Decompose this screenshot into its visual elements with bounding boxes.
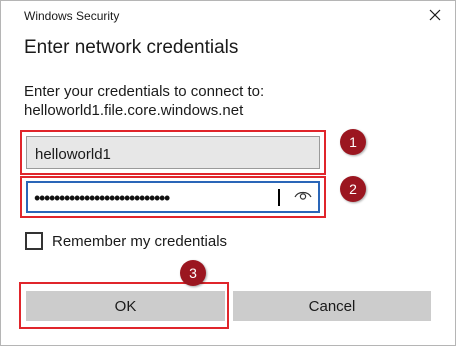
annotation-badge-1: 1: [340, 129, 366, 155]
annotation-badge-3: 3: [180, 260, 206, 286]
ok-button-label: OK: [114, 297, 137, 315]
eye-icon: [294, 188, 312, 206]
annotation-badge-2: 2: [340, 176, 366, 202]
window-title: Windows Security: [24, 9, 120, 23]
close-button[interactable]: [421, 4, 449, 30]
username-value: helloworld1: [35, 146, 111, 163]
reveal-password-button[interactable]: [292, 188, 314, 206]
cancel-button-label: Cancel: [308, 297, 356, 315]
dialog-heading: Enter network credentials: [24, 37, 239, 58]
prompt-line-1: Enter your credentials to connect to:: [24, 83, 265, 100]
remember-credentials-checkbox[interactable]: [25, 232, 43, 250]
remember-credentials-row[interactable]: Remember my credentials: [25, 232, 227, 250]
remember-credentials-label: Remember my credentials: [52, 232, 228, 250]
password-masked-value: •••••••••••••••••••••••••••: [34, 188, 170, 208]
cancel-button[interactable]: Cancel: [233, 291, 431, 321]
prompt-line-2: helloworld1.file.core.windows.net: [24, 102, 244, 119]
ok-button[interactable]: OK: [26, 291, 225, 321]
prompt-text: Enter your credentials to connect to: he…: [24, 82, 264, 120]
close-icon: [429, 8, 441, 26]
username-field[interactable]: helloworld1: [26, 136, 320, 169]
credentials-dialog: Windows Security Enter network credentia…: [0, 0, 456, 346]
text-caret: [278, 189, 280, 206]
password-field[interactable]: •••••••••••••••••••••••••••: [26, 181, 320, 213]
